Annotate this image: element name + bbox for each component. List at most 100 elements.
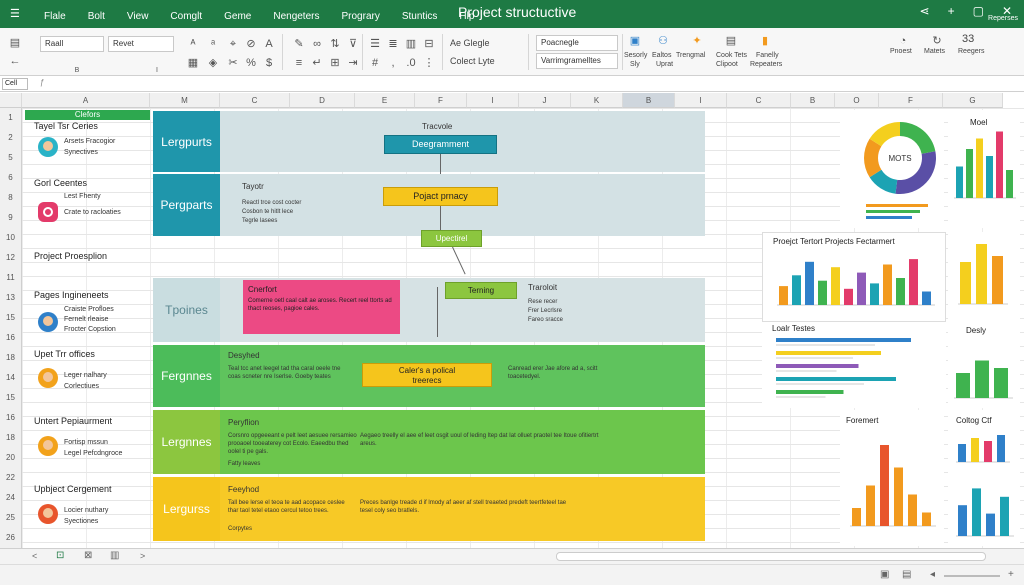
clear-icon[interactable]: ⊘ (244, 37, 258, 51)
row-header[interactable]: 2 (0, 128, 22, 148)
column-header[interactable]: E (355, 93, 415, 108)
column-header[interactable]: C (220, 93, 290, 108)
column-header[interactable]: G (943, 93, 1003, 108)
flow-box[interactable]: Deegramment (384, 135, 497, 154)
format-icon[interactable]: ⋮ (422, 56, 436, 70)
chart-sheet-icon[interactable]: ⊠ (84, 550, 92, 561)
donut-panel[interactable]: MOTS (840, 110, 944, 228)
zoom-slider[interactable] (944, 575, 1000, 577)
row-header[interactable]: 5 (0, 148, 22, 168)
row-header[interactable]: 14 (0, 368, 22, 388)
fill-icon[interactable]: ◈ (206, 56, 220, 70)
share-icon[interactable]: ⋖ (920, 4, 930, 18)
main-chart-panel[interactable]: Proejct Tertort Projects Fectarmert (762, 232, 946, 322)
row-header[interactable]: 26 (0, 528, 22, 548)
green-bar-panel[interactable]: Desly (948, 322, 1020, 408)
profile-icon[interactable]: ◔ (896, 34, 910, 48)
style-option[interactable]: Ae Glegle (450, 38, 490, 48)
paint-icon[interactable]: ⌖ (226, 37, 240, 51)
next-sheet-button[interactable]: > (140, 551, 145, 561)
align-right-icon[interactable]: ≣ (386, 37, 400, 51)
format-select[interactable]: Poacnegle (536, 35, 618, 51)
select-all-corner[interactable] (0, 93, 22, 108)
back-icon[interactable]: ← (8, 54, 22, 68)
horizontal-scrollbar[interactable] (556, 552, 986, 561)
font-size-select[interactable]: Revet (108, 36, 174, 52)
menu-item[interactable]: Bolt (88, 11, 105, 22)
mini-bar-panel[interactable]: Moel (948, 110, 1020, 228)
grid-icon[interactable]: ⊟ (422, 37, 436, 51)
format-select-2[interactable]: Varrimgramelltes (536, 53, 618, 69)
row-header[interactable]: 12 (0, 248, 22, 268)
menu-item[interactable]: Stuntics (402, 11, 438, 22)
reset-icon[interactable]: ↻ (930, 34, 944, 48)
flow-box[interactable]: Pojact prnacy (383, 187, 498, 206)
pink-card[interactable]: Cnerfort Comerne oetl caal calt ae arose… (243, 280, 400, 334)
column-header[interactable]: B (623, 93, 675, 108)
row-header[interactable]: 20 (0, 448, 22, 468)
column-header[interactable]: O (835, 93, 879, 108)
font-shrink-icon[interactable]: ᵃ (206, 37, 220, 51)
comma-icon[interactable]: , (386, 56, 400, 70)
filter-icon[interactable]: ⊽ (346, 37, 360, 51)
flow-box[interactable]: Upectirel (421, 230, 482, 247)
number-icon[interactable]: # (368, 56, 382, 70)
flow-box[interactable]: Terning (445, 282, 517, 299)
chart-icon[interactable]: ▮ (758, 34, 772, 48)
blue-bar-panel[interactable] (948, 470, 1020, 546)
people-icon[interactable]: ⚇ (656, 34, 670, 48)
style-option[interactable]: Colect Lyte (450, 56, 495, 66)
row-header[interactable]: 24 (0, 488, 22, 508)
row-header[interactable]: 15 (0, 308, 22, 328)
indent-icon[interactable]: ⇥ (346, 56, 360, 70)
page-view-icon[interactable]: ▤ (902, 569, 911, 580)
column-header[interactable]: M (150, 93, 220, 108)
clipboard-icon[interactable]: ▤ (8, 36, 22, 50)
menu-item[interactable]: Comglt (170, 11, 202, 22)
row-header[interactable]: 9 (0, 208, 22, 228)
lightbulb-icon[interactable]: ✦ (690, 34, 704, 48)
row-header[interactable]: 1 (0, 108, 22, 128)
fx-icon[interactable]: ƒ (40, 78, 44, 87)
menu-item[interactable]: Flale (44, 11, 66, 22)
orange-bar-panel[interactable]: Foremert (840, 410, 944, 546)
row-header[interactable]: 13 (0, 288, 22, 308)
column-header[interactable]: I (467, 93, 519, 108)
column-header[interactable]: C (727, 93, 791, 108)
align-center-icon[interactable]: ☰ (368, 37, 382, 51)
prev-sheet-button[interactable]: < (32, 551, 37, 561)
column-header[interactable]: F (415, 93, 467, 108)
ribbon-right-label[interactable]: Reegers (958, 48, 984, 55)
column-header[interactable]: K (571, 93, 623, 108)
decimal-icon[interactable]: .0 (404, 56, 418, 70)
cat-bar-panel[interactable]: Coltog Ctf (948, 410, 1020, 470)
row-header[interactable]: 22 (0, 468, 22, 488)
sort-icon[interactable]: ⇅ (328, 37, 342, 51)
zoom-in-icon[interactable]: + (1008, 569, 1014, 580)
row-header[interactable]: 8 (0, 188, 22, 208)
cut-icon[interactable]: ✂ (226, 56, 240, 70)
menu-item[interactable]: Prograry (341, 11, 379, 22)
font-color-icon[interactable]: A (262, 37, 276, 51)
link-icon[interactable]: ∞ (310, 37, 324, 51)
percent-icon[interactable]: % (244, 56, 258, 70)
row-header[interactable]: 18 (0, 348, 22, 368)
menu-item[interactable]: Nengeters (273, 11, 319, 22)
insert-icon[interactable]: ▣ (628, 34, 642, 48)
menu-item[interactable]: View (127, 11, 149, 22)
page-sheet-icon[interactable]: ▥ (110, 550, 119, 561)
row-header[interactable]: 10 (0, 228, 22, 248)
column-header[interactable]: B (791, 93, 835, 108)
pen-icon[interactable]: ✎ (292, 37, 306, 51)
row-header[interactable]: 6 (0, 168, 22, 188)
row-header[interactable]: 18 (0, 428, 22, 448)
ribbon-right-label[interactable]: Pnoest (890, 48, 912, 55)
align-left-icon[interactable]: ≡ (292, 56, 306, 70)
row-header[interactable]: 25 (0, 508, 22, 528)
tests-panel[interactable]: Loalr Testes (762, 322, 946, 408)
border-icon[interactable]: ▦ (186, 56, 200, 70)
name-box[interactable]: Cell (2, 78, 28, 90)
menu-icon[interactable]: ☰ (10, 8, 22, 20)
row-header[interactable]: 16 (0, 328, 22, 348)
column-header[interactable]: F (879, 93, 943, 108)
